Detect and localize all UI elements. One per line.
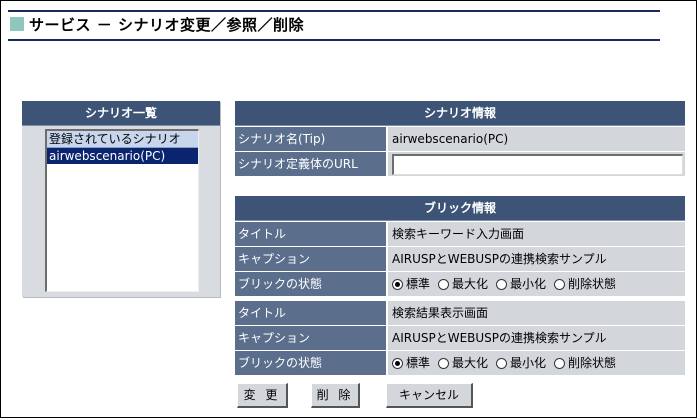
scenario-list-panel: シナリオ一覧 登録されているシナリオ airwebscenario(PC) [22, 101, 220, 297]
brick-state-radio-group: 標準 最大化 最小化 削除状態 [392, 351, 624, 375]
radio-minimize-dot[interactable] [496, 357, 508, 369]
scenario-info-table: シナリオ情報 シナリオ名(Tip) airwebscenario(PC) シナリ… [235, 101, 685, 176]
brick-caption-label: キャプション [235, 247, 386, 271]
title-square-icon [10, 17, 24, 31]
scenario-name-label: シナリオ名(Tip) [235, 127, 386, 151]
change-button[interactable]: 変 更 [237, 383, 288, 408]
scenario-url-row: シナリオ定義体のURL [235, 151, 685, 176]
brick-state-cell: 標準 最大化 最小化 削除状態 [388, 272, 685, 296]
delete-button[interactable]: 削 除 [311, 383, 360, 408]
title-bottom-rule [8, 39, 660, 41]
title-top-rule [8, 10, 660, 12]
radio-minimize-label: 最小化 [510, 277, 547, 291]
scenario-url-input[interactable] [392, 153, 683, 175]
brick-caption-label: キャプション [235, 326, 386, 350]
radio-standard-dot[interactable] [392, 278, 403, 290]
page-title: サービス － シナリオ変更／参照／削除 [29, 15, 304, 34]
brick-info-table: ブリック情報 タイトル 検索キーワード入力画面 キャプション AIRUSPとWE… [235, 196, 685, 375]
radio-minimize-dot[interactable] [496, 278, 508, 290]
brick-caption-value: AIRUSPとWEBUSPの連携検索サンプル [388, 247, 685, 271]
radio-standard-label: 標準 [406, 356, 431, 370]
radio-minimize[interactable]: 最小化 [496, 351, 546, 375]
brick-title-value: 検索キーワード入力画面 [388, 222, 685, 246]
scenario-name-value: airwebscenario(PC) [388, 127, 685, 151]
brick-state-row: ブリックの状態 標準 最大化 最小化 削除状態 [235, 350, 685, 375]
radio-minimize[interactable]: 最小化 [496, 272, 546, 296]
cancel-button[interactable]: キャンセル [386, 383, 473, 408]
radio-deleted[interactable]: 削除状態 [554, 351, 616, 375]
radio-maximize-label: 最大化 [452, 277, 489, 291]
radio-deleted-label: 削除状態 [568, 356, 617, 370]
brick-title-label: タイトル [235, 222, 386, 246]
brick-caption-row: キャプション AIRUSPとWEBUSPの連携検索サンプル [235, 325, 685, 350]
brick-state-radio-group: 標準 最大化 最小化 削除状態 [392, 272, 624, 296]
radio-maximize[interactable]: 最大化 [438, 272, 488, 296]
brick-info-header: ブリック情報 [235, 196, 685, 221]
radio-standard[interactable]: 標準 [392, 272, 430, 296]
radio-maximize-dot[interactable] [438, 357, 450, 369]
radio-standard-dot[interactable] [392, 357, 403, 369]
brick-state-cell: 標準 最大化 最小化 削除状態 [388, 351, 685, 375]
brick-title-row: タイトル 検索キーワード入力画面 [235, 221, 685, 246]
scenario-url-cell [388, 152, 685, 176]
scenario-url-label: シナリオ定義体のURL [235, 152, 386, 176]
radio-deleted[interactable]: 削除状態 [554, 272, 616, 296]
page-header: サービス － シナリオ変更／参照／削除 [10, 13, 304, 35]
brick-state-label: ブリックの状態 [235, 272, 386, 296]
brick-title-row: タイトル 検索結果表示画面 [235, 300, 685, 325]
radio-maximize[interactable]: 最大化 [438, 351, 488, 375]
scenario-listbox[interactable]: 登録されているシナリオ airwebscenario(PC) [45, 129, 199, 292]
radio-deleted-dot[interactable] [554, 357, 566, 369]
brick-title-label: タイトル [235, 301, 386, 325]
brick-state-label: ブリックの状態 [235, 351, 386, 375]
radio-deleted-label: 削除状態 [568, 277, 617, 291]
radio-standard-label: 標準 [406, 277, 431, 291]
radio-deleted-dot[interactable] [554, 278, 566, 290]
scenario-info-header: シナリオ情報 [235, 101, 685, 126]
scenario-list-header: シナリオ一覧 [22, 101, 220, 126]
brick-state-row: ブリックの状態 標準 最大化 最小化 削除状態 [235, 271, 685, 296]
radio-minimize-label: 最小化 [510, 356, 547, 370]
brick-title-value: 検索結果表示画面 [388, 301, 685, 325]
radio-maximize-dot[interactable] [438, 278, 450, 290]
brick-caption-value: AIRUSPとWEBUSPの連携検索サンプル [388, 326, 685, 350]
radio-standard[interactable]: 標準 [392, 351, 430, 375]
scenario-list-item-selected[interactable]: airwebscenario(PC) [47, 148, 198, 164]
scenario-list-item[interactable]: 登録されているシナリオ [47, 131, 198, 148]
radio-maximize-label: 最大化 [452, 356, 489, 370]
brick-caption-row: キャプション AIRUSPとWEBUSPの連携検索サンプル [235, 246, 685, 271]
scenario-name-row: シナリオ名(Tip) airwebscenario(PC) [235, 126, 685, 151]
